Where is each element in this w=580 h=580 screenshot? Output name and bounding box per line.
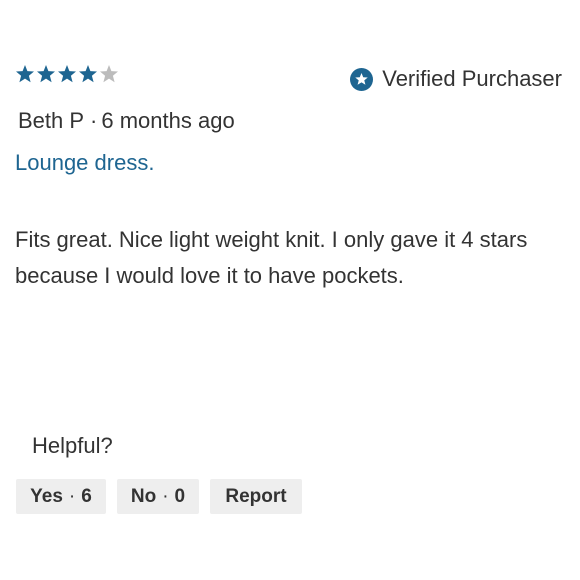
star-empty-icon <box>100 65 118 83</box>
review-title[interactable]: Lounge dress. <box>15 150 154 176</box>
yes-separator: · <box>68 485 76 507</box>
verified-star-icon <box>350 67 374 91</box>
helpful-no-button[interactable]: No · 0 <box>117 479 199 514</box>
helpful-yes-button[interactable]: Yes · 6 <box>16 479 106 514</box>
review-meta: Beth P · 6 months ago <box>18 108 235 134</box>
verified-label: Verified Purchaser <box>382 66 562 91</box>
meta-separator: · <box>90 108 98 133</box>
no-separator: · <box>162 485 169 507</box>
yes-count: 6 <box>81 485 92 507</box>
verified-purchaser-badge: Verified Purchaser <box>350 66 562 92</box>
report-label: Report <box>225 485 287 507</box>
star-filled-icon <box>58 65 76 83</box>
review-actions: Yes · 6 No · 0 Report <box>16 479 302 514</box>
report-button[interactable]: Report <box>210 479 302 514</box>
review-time: 6 months ago <box>101 108 235 133</box>
helpful-label: Helpful? <box>32 433 113 458</box>
review-body: Fits great. Nice light weight knit. I on… <box>15 227 528 288</box>
reviewer-name: Beth P <box>18 108 85 133</box>
yes-label: Yes <box>30 485 63 507</box>
star-rating <box>15 64 119 84</box>
no-label: No <box>130 485 157 507</box>
star-filled-icon <box>16 65 34 83</box>
review-card: Verified Purchaser Beth P · 6 months ago L… <box>0 0 580 580</box>
star-filled-icon <box>37 65 55 83</box>
star-filled-icon <box>79 65 97 83</box>
no-count: 0 <box>174 485 186 507</box>
